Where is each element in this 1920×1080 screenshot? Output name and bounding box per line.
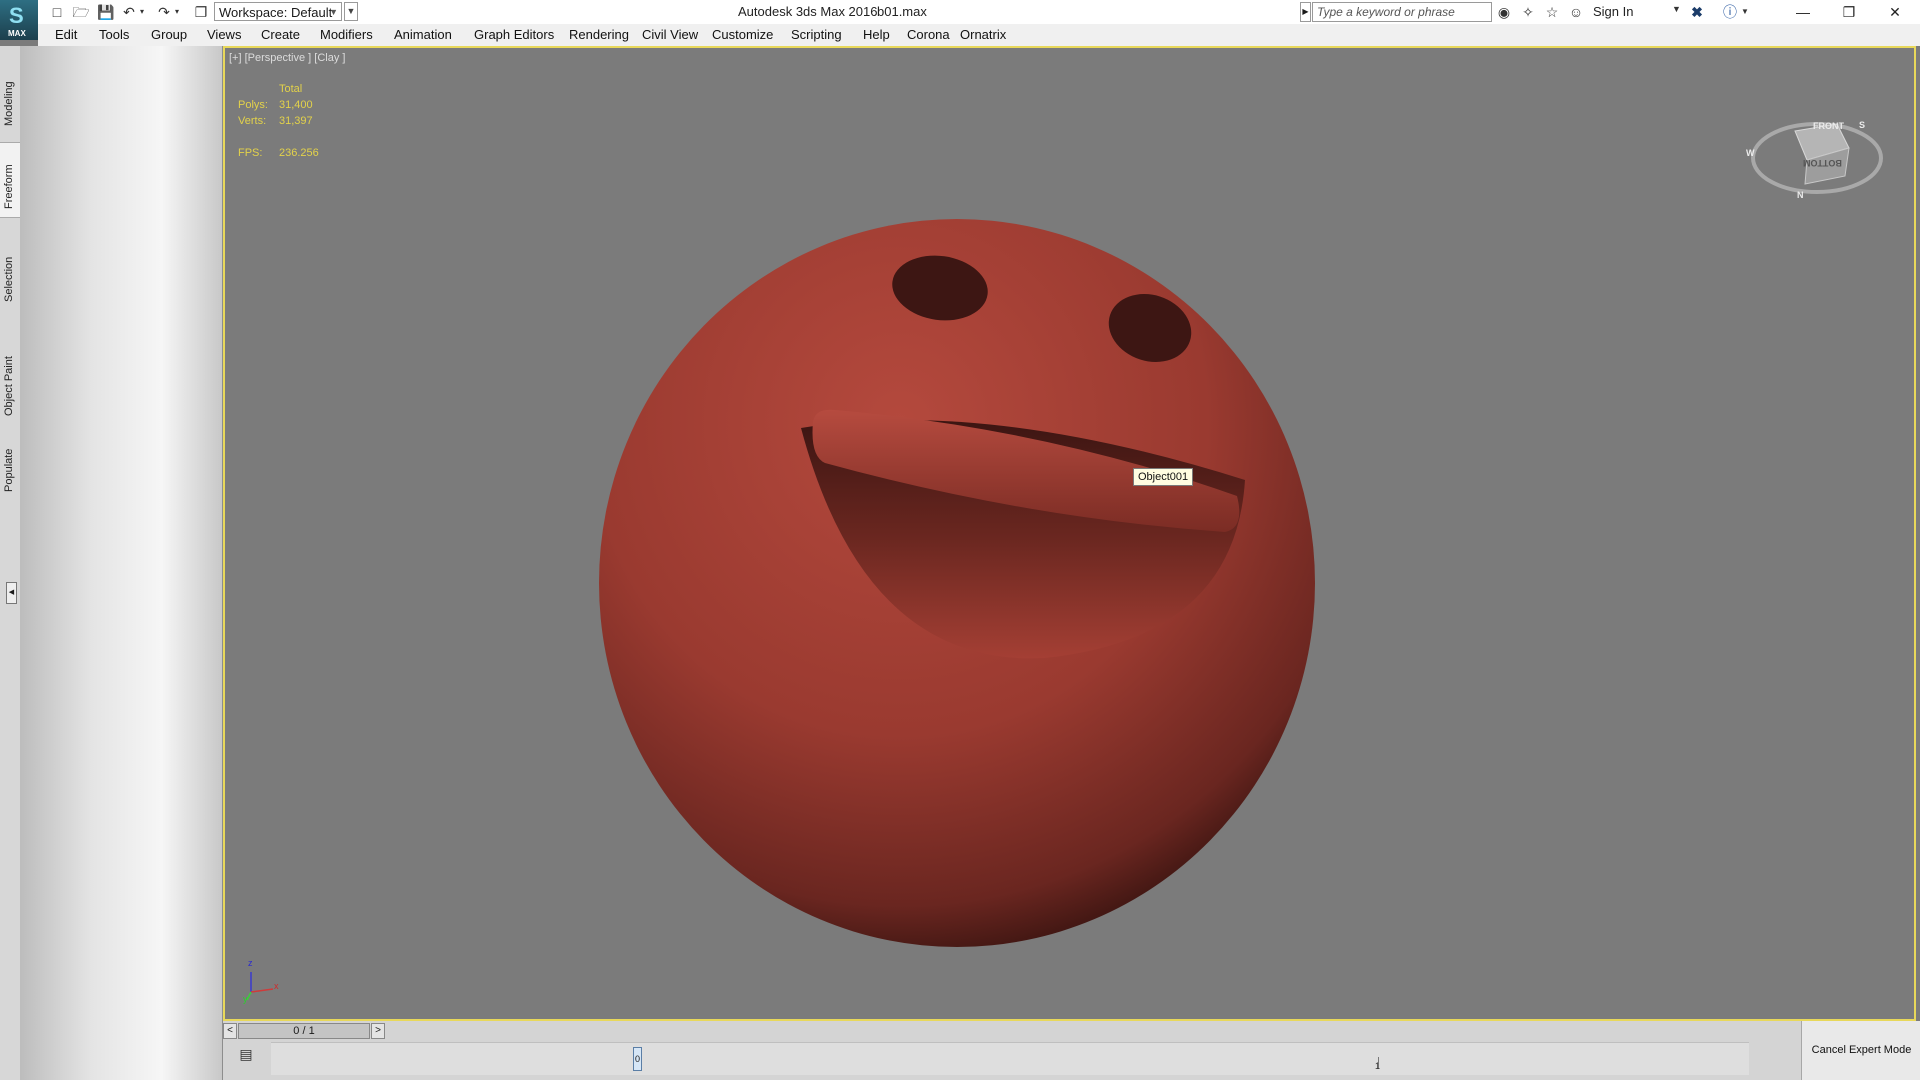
menu-tools[interactable]: Tools <box>99 27 129 42</box>
menu-corona[interactable]: Corona <box>907 27 950 42</box>
open-mini-curve-editor-icon[interactable]: ▤ <box>236 1044 256 1064</box>
help-dropdown-icon[interactable]: ▼ <box>1740 3 1750 21</box>
ribbon-tab-strip: Modeling Freeform Selection Object Paint… <box>0 46 21 1080</box>
menu-rendering[interactable]: Rendering <box>569 27 629 42</box>
menu-civil-view[interactable]: Civil View <box>642 27 698 42</box>
menu-graph-editors[interactable]: Graph Editors <box>474 27 554 42</box>
track-bar[interactable]: 0 1 <box>271 1042 1749 1075</box>
track-tick-label: 1 <box>1375 1061 1381 1071</box>
time-slider[interactable]: 0 / 1 <box>238 1023 370 1039</box>
new-icon[interactable]: □ <box>48 3 66 21</box>
title-bar: S MAX □ 🗁 💾 ↶ ▾ ↷ ▾ ❐ Workspace: Default… <box>0 0 1920 40</box>
project-icon[interactable]: ❐ <box>192 3 210 21</box>
menu-bar: Edit Tools Group Views Create Modifiers … <box>38 24 1920 46</box>
workspace-label: Workspace: Default <box>219 5 333 20</box>
next-frame-button[interactable]: > <box>371 1023 385 1039</box>
communication-center-icon[interactable]: ✧ <box>1518 3 1538 21</box>
redo-icon[interactable]: ↷ <box>155 3 173 21</box>
compass-s-label: S <box>1859 120 1866 130</box>
compass-w-label: W <box>1746 148 1755 158</box>
menu-create[interactable]: Create <box>261 27 300 42</box>
open-icon[interactable]: 🗁 <box>72 3 90 21</box>
search-input[interactable] <box>1312 2 1492 22</box>
compass-n-label: N <box>1797 190 1804 200</box>
tab-modeling-label: Modeling <box>3 81 15 126</box>
menu-ornatrix[interactable]: Ornatrix <box>960 27 1006 42</box>
perspective-viewport[interactable]: [+] [Perspective ] [Clay ] Total Polys: … <box>223 46 1916 1021</box>
save-icon[interactable]: 💾 <box>97 3 115 21</box>
tab-freeform[interactable]: Freeform <box>0 142 20 218</box>
app-menu-button[interactable]: S MAX <box>0 0 38 40</box>
menu-modifiers[interactable]: Modifiers <box>320 27 373 42</box>
tab-object-paint-label: Object Paint <box>3 356 15 416</box>
viewcube-front-label[interactable]: FRONT <box>1813 121 1844 131</box>
menu-help[interactable]: Help <box>863 27 890 42</box>
sign-in-link[interactable]: Sign In <box>1593 4 1633 19</box>
undo-dropdown-icon[interactable]: ▾ <box>137 3 147 21</box>
menu-edit[interactable]: Edit <box>55 27 77 42</box>
sign-in-dropdown-icon[interactable]: ▼ <box>1672 4 1681 14</box>
object-tooltip: Object001 <box>1133 468 1194 486</box>
window-title: Autodesk 3ds Max 2016 <box>738 4 878 19</box>
chevron-down-icon: ▼ <box>329 7 338 17</box>
menu-scripting[interactable]: Scripting <box>791 27 842 42</box>
favorites-star-icon[interactable]: ☆ <box>1542 3 1562 21</box>
search-expand-icon[interactable]: ▶ <box>1300 2 1311 22</box>
tab-populate[interactable]: Populate <box>0 438 20 498</box>
menu-animation[interactable]: Animation <box>394 27 452 42</box>
viewcube-graphic <box>1751 122 1883 194</box>
menu-group[interactable]: Group <box>151 27 187 42</box>
binoculars-icon[interactable]: ◉ <box>1494 3 1514 21</box>
tab-selection-label: Selection <box>3 256 15 302</box>
workspace-dropdown[interactable]: Workspace: Default ▼ <box>214 2 342 21</box>
app-logo-text: MAX <box>8 29 26 38</box>
tab-selection[interactable]: Selection <box>0 246 20 306</box>
close-icon[interactable]: ✕ <box>1872 0 1918 24</box>
help-icon[interactable]: ⓘ <box>1720 3 1740 21</box>
current-frame-marker[interactable]: 0 <box>633 1047 642 1071</box>
axis-z-label: z <box>248 958 253 968</box>
ribbon-minimize-toggle[interactable]: ◀ <box>6 582 17 604</box>
tab-freeform-label: Freeform <box>3 164 15 209</box>
axis-y-label: y <box>243 994 248 1004</box>
max-logo-icon: S <box>9 3 24 28</box>
viewcube[interactable]: FRONT BOTTOM W N S <box>1745 96 1885 206</box>
redo-dropdown-icon[interactable]: ▾ <box>172 3 182 21</box>
user-icon[interactable]: ☺ <box>1566 3 1586 21</box>
axis-tripod: z x y <box>243 958 283 1004</box>
viewcube-bottom-label[interactable]: BOTTOM <box>1803 158 1842 168</box>
window-file-name: b01.max <box>877 4 927 19</box>
exchange-apps-icon[interactable]: ✖ <box>1687 3 1707 21</box>
ribbon-panel <box>21 46 223 1080</box>
menu-customize[interactable]: Customize <box>712 27 773 42</box>
tab-object-paint[interactable]: Object Paint <box>0 342 20 418</box>
undo-icon[interactable]: ↶ <box>120 3 138 21</box>
time-slider-area: < 0 / 1 > ▤ 0 1 Cancel Expert Mode <box>223 1021 1920 1080</box>
tab-modeling[interactable]: Modeling <box>0 56 20 128</box>
prev-frame-button[interactable]: < <box>223 1023 237 1039</box>
menu-views[interactable]: Views <box>207 27 241 42</box>
cancel-expert-mode-button[interactable]: Cancel Expert Mode <box>1801 1021 1920 1080</box>
customize-quick-access-icon[interactable]: ▼ <box>344 2 358 21</box>
restore-icon[interactable]: ❐ <box>1826 0 1872 24</box>
axis-x-label: x <box>274 981 279 991</box>
smiley-mesh-object[interactable] <box>225 48 1914 1019</box>
minimize-icon[interactable]: — <box>1780 0 1826 24</box>
tab-populate-label: Populate <box>3 448 15 492</box>
